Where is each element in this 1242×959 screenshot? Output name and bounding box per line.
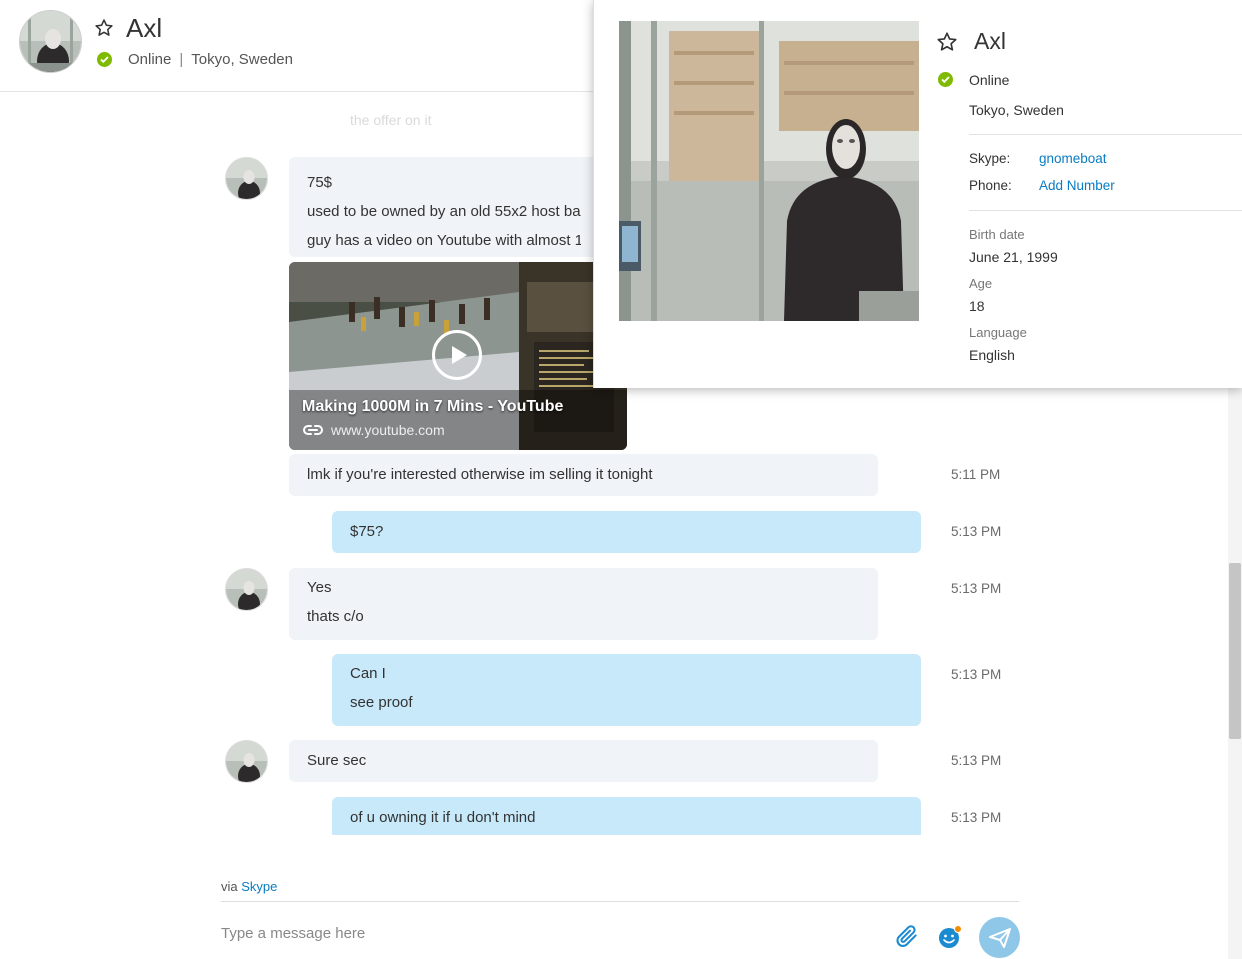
location-text: Tokyo, Sweden	[191, 51, 293, 68]
message-bubble-incoming[interactable]: Yes thats c/o	[289, 568, 878, 640]
profile-location: Tokyo, Sweden	[969, 102, 1064, 118]
message-bubble-outgoing[interactable]: $75?	[332, 511, 921, 553]
favorite-star-icon[interactable]	[94, 18, 114, 38]
profile-name: Axl	[974, 28, 1006, 54]
contact-name[interactable]: Axl	[126, 13, 162, 44]
message-bubble-outgoing[interactable]: Can I see proof	[332, 654, 921, 726]
message-timestamp: 5:13 PM	[951, 810, 1002, 825]
link-icon	[303, 425, 323, 435]
send-button[interactable]	[979, 917, 1020, 958]
message-input[interactable]	[221, 918, 861, 948]
language-label: Language	[969, 325, 1027, 340]
contact-status-line: Online | Tokyo, Sweden	[128, 51, 293, 68]
scrollbar-thumb[interactable]	[1229, 563, 1241, 739]
video-url[interactable]: www.youtube.com	[331, 422, 445, 438]
play-icon[interactable]	[432, 330, 482, 380]
online-status-icon	[97, 52, 112, 67]
sender-avatar[interactable]	[225, 157, 268, 200]
skype-label: Skype:	[969, 151, 1011, 166]
skype-link[interactable]: Skype	[241, 879, 277, 894]
language-value: English	[969, 347, 1015, 363]
paperclip-icon[interactable]	[894, 923, 920, 949]
faded-message: the offer on it	[350, 112, 432, 128]
message-line: see proof	[350, 694, 413, 711]
message-bubble-incoming[interactable]: Sure sec	[289, 740, 878, 782]
via-prefix: via	[221, 879, 238, 894]
emoji-icon[interactable]	[937, 924, 963, 950]
profile-status: Online	[969, 72, 1010, 88]
message-line: thats c/o	[307, 608, 364, 625]
favorite-star-icon[interactable]	[936, 31, 958, 53]
birth-date-label: Birth date	[969, 227, 1025, 242]
message-bubble-incoming[interactable]: lmk if you're interested otherwise im se…	[289, 454, 878, 496]
message-bubble-outgoing[interactable]: of u owning it if u don't mind	[332, 797, 921, 835]
profile-divider	[969, 210, 1242, 211]
message-line: guy has a video on Youtube with almost 1	[307, 232, 581, 249]
message-text: lmk if you're interested otherwise im se…	[307, 466, 653, 483]
message-bubble-incoming[interactable]: 75$ used to be owned by an old 55x2 host…	[289, 157, 599, 257]
online-status-icon	[938, 72, 953, 87]
composer-divider	[221, 901, 1019, 902]
sender-avatar[interactable]	[225, 740, 268, 783]
message-timestamp: 5:13 PM	[951, 581, 1002, 596]
send-icon	[989, 928, 1011, 948]
message-line: used to be owned by an old 55x2 host ba	[307, 203, 581, 220]
status-text: Online	[128, 51, 172, 68]
add-number-link[interactable]: Add Number	[1039, 178, 1115, 193]
message-timestamp: 5:13 PM	[951, 524, 1002, 539]
sender-avatar[interactable]	[225, 568, 268, 611]
message-line: Can I	[350, 665, 386, 682]
message-timestamp: 5:11 PM	[951, 467, 1001, 482]
message-line: Yes	[307, 579, 332, 596]
contact-avatar[interactable]	[19, 10, 82, 73]
message-text: of u owning it if u don't mind	[350, 809, 536, 826]
birth-date-value: June 21, 1999	[969, 249, 1058, 265]
message-text: Sure sec	[307, 752, 367, 769]
contact-profile-card: Axl Online Tokyo, Sweden Skype: gnomeboa…	[593, 0, 1242, 388]
message-timestamp: 5:13 PM	[951, 753, 1002, 768]
video-title[interactable]: Making 1000M in 7 Mins - YouTube	[302, 398, 563, 416]
age-value: 18	[969, 298, 985, 314]
message-text: $75?	[350, 523, 384, 540]
message-line: 75$	[307, 174, 333, 191]
status-separator: |	[179, 51, 184, 68]
skype-username[interactable]: gnomeboat	[1039, 151, 1107, 166]
phone-label: Phone:	[969, 178, 1012, 193]
via-skype-label: via Skype	[221, 879, 277, 894]
message-timestamp: 5:13 PM	[951, 667, 1002, 682]
profile-divider	[969, 134, 1242, 135]
profile-photo	[619, 21, 919, 321]
youtube-link-preview[interactable]: Making 1000M in 7 Mins - YouTube www.you…	[289, 262, 627, 450]
age-label: Age	[969, 276, 993, 291]
